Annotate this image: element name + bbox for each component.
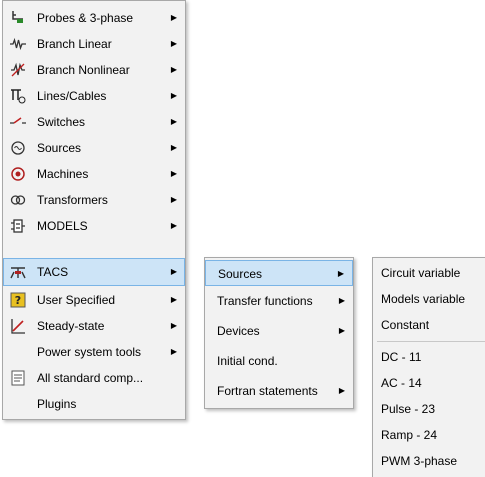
main-menu: Probes & 3-phase ▶ Branch Linear ▶ Branc… bbox=[2, 0, 186, 420]
tacs-submenu: Sources ▶ Transfer functions ▶ Devices ▶… bbox=[204, 257, 354, 409]
menu-item-label: Steady-state bbox=[37, 319, 105, 333]
resistor-icon bbox=[9, 35, 27, 53]
submenu-item-label: Fortran statements bbox=[217, 384, 318, 398]
menu-item-plugins[interactable]: Plugins bbox=[3, 391, 185, 417]
menu-item-label: Lines/Cables bbox=[37, 89, 107, 103]
source-item-label: Pulse - 23 bbox=[381, 402, 436, 416]
source-item-ac-14[interactable]: AC - 14 bbox=[373, 370, 485, 396]
menu-item-branch-nonlinear[interactable]: Branch Nonlinear ▶ bbox=[3, 57, 185, 83]
source-item-pulse-23[interactable]: Pulse - 23 bbox=[373, 396, 485, 422]
source-item-constant[interactable]: Constant bbox=[373, 312, 485, 338]
submenu-arrow-icon: ▶ bbox=[338, 386, 345, 395]
models-icon bbox=[9, 217, 27, 235]
source-icon bbox=[9, 139, 27, 157]
submenu-arrow-icon: ▶ bbox=[170, 13, 177, 22]
menu-separator bbox=[377, 341, 485, 342]
submenu-arrow-icon: ▶ bbox=[170, 39, 177, 48]
tacs-sources-submenu: Circuit variable Models variable Constan… bbox=[372, 257, 485, 477]
menu-item-label: MODELS bbox=[37, 219, 88, 233]
submenu-item-transfer-functions[interactable]: Transfer functions ▶ bbox=[205, 288, 353, 314]
source-item-label: Ramp - 24 bbox=[381, 428, 438, 442]
submenu-item-fortran-statements[interactable]: Fortran statements ▶ bbox=[205, 378, 353, 404]
source-item-dc-11[interactable]: DC - 11 bbox=[373, 344, 485, 370]
submenu-arrow-icon: ▶ bbox=[170, 195, 177, 204]
submenu-arrow-icon: ▶ bbox=[170, 91, 177, 100]
menu-item-label: Sources bbox=[37, 141, 82, 155]
steady-state-icon bbox=[9, 317, 27, 335]
line-cable-icon bbox=[9, 87, 27, 105]
menu-item-label: All standard comp... bbox=[37, 371, 144, 385]
menu-item-label: Branch Linear bbox=[37, 37, 112, 51]
source-item-label: PWM 3-phase bbox=[381, 454, 458, 468]
submenu-arrow-icon: ▶ bbox=[170, 347, 177, 356]
user-specified-icon: ? bbox=[9, 291, 27, 309]
submenu-arrow-icon: ▶ bbox=[338, 296, 345, 305]
submenu-item-sources[interactable]: Sources ▶ bbox=[205, 260, 353, 286]
menu-item-machines[interactable]: Machines ▶ bbox=[3, 161, 185, 187]
submenu-arrow-icon: ▶ bbox=[170, 295, 177, 304]
menu-item-transformers[interactable]: Transformers ▶ bbox=[3, 187, 185, 213]
nonlinear-branch-icon bbox=[9, 61, 27, 79]
source-item-label: Constant bbox=[381, 318, 430, 332]
transformer-icon bbox=[9, 191, 27, 209]
source-item-pwm-3-phase[interactable]: PWM 3-phase bbox=[373, 448, 485, 474]
menu-item-user-specified[interactable]: ? User Specified ▶ bbox=[3, 287, 185, 313]
probe-icon bbox=[9, 9, 27, 27]
submenu-arrow-icon: ▶ bbox=[337, 269, 344, 278]
menu-item-steady-state[interactable]: Steady-state ▶ bbox=[3, 313, 185, 339]
submenu-arrow-icon: ▶ bbox=[170, 221, 177, 230]
machine-icon bbox=[9, 165, 27, 183]
submenu-item-label: Devices bbox=[217, 324, 260, 338]
submenu-arrow-icon: ▶ bbox=[170, 169, 177, 178]
source-item-label: Models variable bbox=[381, 292, 466, 306]
source-item-models-variable[interactable]: Models variable bbox=[373, 286, 485, 312]
menu-item-label: TACS bbox=[37, 265, 69, 279]
source-item-label: Circuit variable bbox=[381, 266, 461, 280]
submenu-item-initial-cond[interactable]: Initial cond. bbox=[205, 348, 353, 374]
menu-item-switches[interactable]: Switches ▶ bbox=[3, 109, 185, 135]
source-item-circuit-variable[interactable]: Circuit variable bbox=[373, 260, 485, 286]
source-item-label: DC - 11 bbox=[381, 350, 422, 364]
menu-item-probes[interactable]: Probes & 3-phase ▶ bbox=[3, 5, 185, 31]
submenu-arrow-icon: ▶ bbox=[170, 143, 177, 152]
submenu-item-label: Initial cond. bbox=[217, 354, 278, 368]
submenu-arrow-icon: ▶ bbox=[170, 117, 177, 126]
submenu-arrow-icon: ▶ bbox=[170, 65, 177, 74]
submenu-item-devices[interactable]: Devices ▶ bbox=[205, 318, 353, 344]
submenu-item-label: Transfer functions bbox=[217, 294, 313, 308]
source-item-ramp-24[interactable]: Ramp - 24 bbox=[373, 422, 485, 448]
tacs-icon bbox=[9, 263, 27, 281]
submenu-arrow-icon: ▶ bbox=[170, 267, 177, 276]
switch-icon bbox=[9, 113, 27, 131]
menu-item-tacs[interactable]: TACS ▶ bbox=[3, 258, 185, 286]
menu-item-all-standard-components[interactable]: All standard comp... bbox=[3, 365, 185, 391]
menu-item-label: Transformers bbox=[37, 193, 108, 207]
menu-item-branch-linear[interactable]: Branch Linear ▶ bbox=[3, 31, 185, 57]
svg-text:?: ? bbox=[15, 294, 21, 307]
menu-item-label: User Specified bbox=[37, 293, 116, 307]
menu-item-label: Plugins bbox=[37, 397, 77, 411]
menu-item-lines-cables[interactable]: Lines/Cables ▶ bbox=[3, 83, 185, 109]
source-item-label: AC - 14 bbox=[381, 376, 422, 390]
menu-item-models[interactable]: MODELS ▶ bbox=[3, 213, 185, 239]
submenu-arrow-icon: ▶ bbox=[338, 326, 345, 335]
menu-item-label: Switches bbox=[37, 115, 86, 129]
menu-item-label: Branch Nonlinear bbox=[37, 63, 130, 77]
menu-item-label: Power system tools bbox=[37, 345, 142, 359]
submenu-item-label: Sources bbox=[218, 267, 263, 281]
menu-item-power-system-tools[interactable]: Power system tools ▶ bbox=[3, 339, 185, 365]
menu-item-sources[interactable]: Sources ▶ bbox=[3, 135, 185, 161]
all-components-icon bbox=[9, 369, 27, 387]
submenu-arrow-icon: ▶ bbox=[170, 321, 177, 330]
menu-item-label: Machines bbox=[37, 167, 89, 181]
menu-item-label: Probes & 3-phase bbox=[37, 11, 134, 25]
